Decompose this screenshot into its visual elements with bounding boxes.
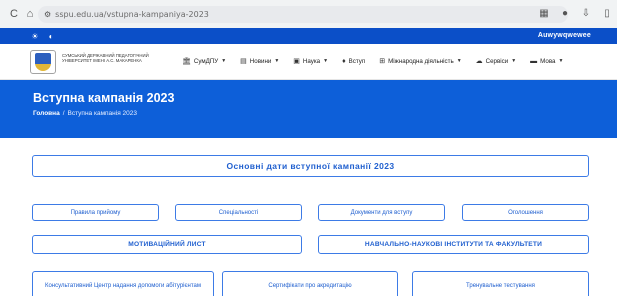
announcements-button[interactable]: Оголошення bbox=[462, 204, 589, 221]
training-test-button[interactable]: Тренувальне тестування bbox=[412, 271, 589, 296]
motivation-letter-button[interactable]: МОТИВАЦІЙНИЙ ЛИСТ bbox=[32, 235, 302, 254]
sidebar-icon[interactable]: ▯ bbox=[601, 7, 613, 19]
page-title: Вступна кампанія 2023 bbox=[33, 91, 175, 105]
main-dates-button[interactable]: Основні дати вступної кампанії 2023 bbox=[32, 155, 589, 177]
menu-item-label: СумДПУ bbox=[193, 57, 219, 65]
documents-button[interactable]: Документи для вступу bbox=[318, 204, 445, 221]
cloud-icon: ☁ bbox=[475, 58, 483, 65]
url-text: sspu.edu.ua/vstupna-kampaniya-2023 bbox=[55, 10, 209, 19]
profile-icon[interactable]: ● bbox=[559, 7, 571, 19]
sun-icon[interactable]: ☀ bbox=[30, 31, 40, 41]
menu-item-admission[interactable]: ♦ Вступ bbox=[342, 58, 365, 65]
menu-item-language[interactable]: ▬ Мова ▼ bbox=[530, 58, 563, 65]
bank-icon: 🏛 bbox=[182, 58, 191, 65]
site-info-icon[interactable]: ⚙ bbox=[44, 10, 51, 19]
breadcrumb-home-link[interactable]: Головна bbox=[33, 110, 60, 117]
accreditation-button[interactable]: Сертифікати про акредитацію bbox=[222, 271, 398, 296]
chevron-down-icon: ▼ bbox=[323, 58, 329, 64]
menu-item-label: Наука bbox=[302, 57, 321, 65]
menu-item-label: Сервіси bbox=[485, 57, 509, 65]
strip-text: Auwywqwewee bbox=[537, 32, 591, 39]
person-icon: ♦ bbox=[342, 57, 346, 65]
breadcrumb-current: Вступна кампанія 2023 bbox=[67, 110, 137, 117]
extension-icon[interactable]: ▦ bbox=[538, 7, 550, 19]
menu-item-news[interactable]: ▤ Новини ▼ bbox=[240, 57, 280, 66]
menu-item-services[interactable]: ☁ Сервіси ▼ bbox=[475, 57, 517, 66]
back-icon[interactable]: C bbox=[6, 6, 22, 22]
menu-item-label: Міжнародна діяльність bbox=[388, 57, 454, 65]
address-bar[interactable]: ⚙ sspu.edu.ua/vstupna-kampaniya-2023 bbox=[38, 6, 568, 23]
institutes-button[interactable]: НАВЧАЛЬНО-НАУКОВІ ІНСТИТУТИ ТА ФАКУЛЬТЕТ… bbox=[318, 235, 589, 254]
menu-item-label: Вступ bbox=[348, 57, 366, 65]
page-hero: Вступна кампанія 2023 Головна / Вступна … bbox=[0, 80, 617, 138]
admission-rules-button[interactable]: Правила прийому bbox=[32, 204, 159, 221]
menu-item-sumdpu[interactable]: 🏛 СумДПУ ▼ bbox=[182, 57, 227, 66]
chevron-down-icon: ▼ bbox=[558, 58, 564, 64]
consulting-center-button[interactable]: Консультативний Центр надання допомоги а… bbox=[32, 271, 214, 296]
menu-item-label: Новини bbox=[249, 57, 272, 65]
menu-item-science[interactable]: ▣ Наука ▼ bbox=[293, 57, 329, 66]
menu-item-international[interactable]: ⊞ Міжнародна діяльність ▼ bbox=[379, 57, 462, 66]
breadcrumb: Головна / Вступна кампанія 2023 bbox=[33, 110, 137, 117]
chevron-down-icon: ▼ bbox=[274, 58, 280, 64]
university-logo[interactable] bbox=[30, 50, 56, 74]
home-icon[interactable]: ⌂ bbox=[22, 6, 38, 22]
specialties-button[interactable]: Спеціальності bbox=[175, 204, 302, 221]
globe-icon: ⊞ bbox=[379, 58, 386, 65]
university-name[interactable]: Сумський державний педагогічний універси… bbox=[62, 53, 172, 63]
browser-toolbar: C ⌂ ⚙ sspu.edu.ua/vstupna-kampaniya-2023… bbox=[0, 0, 617, 28]
flag-icon: ▬ bbox=[530, 57, 538, 65]
news-icon: ▤ bbox=[240, 58, 247, 65]
contrast-icon[interactable]: ◐ bbox=[46, 31, 56, 41]
downloads-icon[interactable]: ⇩ bbox=[580, 7, 592, 19]
accessibility-strip: ☀ ◐ Auwywqwewee bbox=[0, 28, 617, 44]
main-menu: 🏛 СумДПУ ▼ ▤ Новини ▼ ▣ Наука ▼ ♦ Вступ … bbox=[182, 57, 563, 66]
site-header: Сумський державний педагогічний універси… bbox=[0, 44, 617, 80]
book-icon: ▣ bbox=[293, 58, 300, 65]
chevron-down-icon: ▼ bbox=[221, 58, 227, 64]
menu-item-label: Мова bbox=[540, 57, 556, 65]
chevron-down-icon: ▼ bbox=[511, 58, 517, 64]
chevron-down-icon: ▼ bbox=[456, 58, 462, 64]
breadcrumb-separator: / bbox=[62, 110, 65, 117]
